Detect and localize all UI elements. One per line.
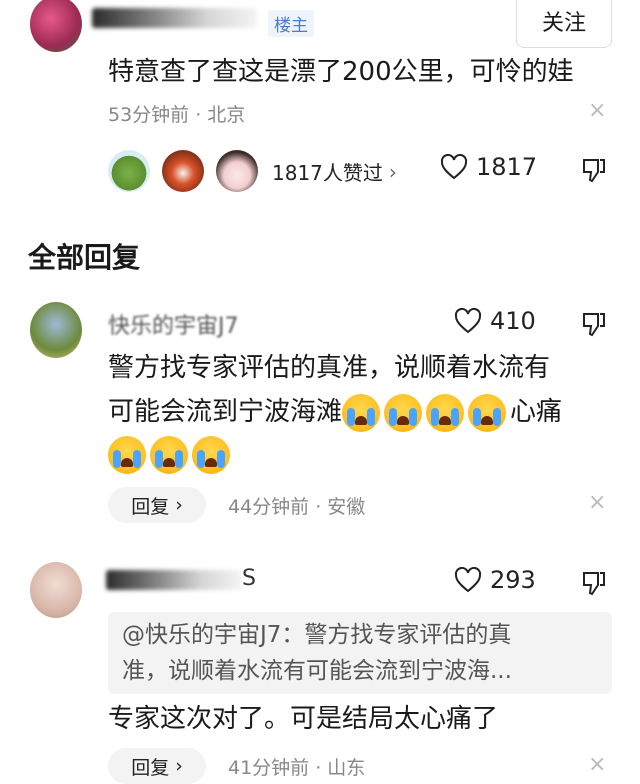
author-name[interactable]: 快乐的宇宙J7: [108, 308, 239, 340]
reply-text-line1: 警方找专家评估的真准，说顺着水流有: [108, 353, 551, 383]
likers-count-text: 1817人赞过: [272, 161, 383, 185]
crying-emoji-icon: [342, 393, 381, 432]
crying-emoji-icon: [108, 436, 146, 474]
like-count: 410: [490, 307, 536, 335]
like-button[interactable]: 410: [454, 307, 536, 335]
author-name[interactable]: S: [242, 566, 256, 591]
liker-avatar[interactable]: [162, 150, 204, 192]
quoted-reply[interactable]: @快乐的宇宙J7：警方找专家评估的真 准，说顺着水流有可能会流到宁波海...: [108, 612, 612, 694]
quote-line1: @快乐的宇宙J7：警方找专家评估的真: [122, 622, 512, 648]
crying-emoji-icon: [468, 393, 507, 432]
chevron-right-icon: ›: [175, 494, 183, 516]
emoji-row: [108, 436, 234, 474]
like-button[interactable]: 293: [454, 566, 536, 594]
heart-icon: [440, 154, 468, 180]
heart-icon: [454, 567, 482, 593]
reply-button-label: 回复: [131, 756, 170, 779]
like-button[interactable]: 1817: [440, 153, 537, 181]
crying-emoji-icon: [384, 393, 423, 432]
dislike-icon[interactable]: [580, 156, 608, 184]
like-count: 293: [490, 566, 536, 594]
follow-button[interactable]: 关注: [516, 0, 612, 48]
liker-avatar[interactable]: [108, 150, 150, 192]
reply-text-prefix: 可能会流到宁波海滩: [108, 397, 343, 427]
reply-meta: 41分钟前 · 山东: [228, 757, 366, 779]
comment-meta: 53分钟前 · 北京: [108, 104, 246, 126]
avatar[interactable]: [30, 302, 82, 358]
reply-button-label: 回复: [131, 495, 170, 518]
heart-icon: [454, 308, 482, 334]
reply-text-suffix: 心痛: [510, 397, 563, 427]
likers-link[interactable]: 1817人赞过 ›: [272, 157, 397, 186]
avatar[interactable]: [30, 562, 82, 618]
close-icon[interactable]: ×: [588, 752, 606, 777]
author-name-blurred[interactable]: [92, 8, 257, 28]
reply-text-line2: 可能会流到宁波海滩 心痛: [108, 390, 562, 434]
like-count: 1817: [476, 153, 538, 181]
author-badge: 楼主: [268, 10, 314, 37]
chevron-right-icon: ›: [388, 159, 397, 184]
author-name-blurred[interactable]: [106, 570, 242, 590]
crying-emoji-icon: [150, 436, 188, 474]
crying-emoji-icon: [192, 436, 230, 474]
reply-meta: 44分钟前 · 安徽: [228, 496, 366, 518]
reply-text: 专家这次对了。可是结局太心痛了: [108, 704, 499, 734]
reply-button[interactable]: 回复 ›: [108, 487, 206, 523]
dislike-icon[interactable]: [580, 310, 608, 338]
close-icon[interactable]: ×: [588, 98, 606, 123]
comment-text: 特意查了查这是漂了200公里，可怜的娃: [108, 57, 574, 87]
dislike-icon[interactable]: [580, 569, 608, 597]
avatar[interactable]: [30, 0, 82, 52]
quote-line2: 准，说顺着水流有可能会流到宁波海...: [122, 658, 512, 684]
liker-avatar[interactable]: [216, 150, 258, 192]
section-title: 全部回复: [28, 241, 141, 274]
crying-emoji-icon: [426, 393, 465, 432]
reply-button[interactable]: 回复 ›: [108, 748, 206, 784]
close-icon[interactable]: ×: [588, 490, 606, 515]
